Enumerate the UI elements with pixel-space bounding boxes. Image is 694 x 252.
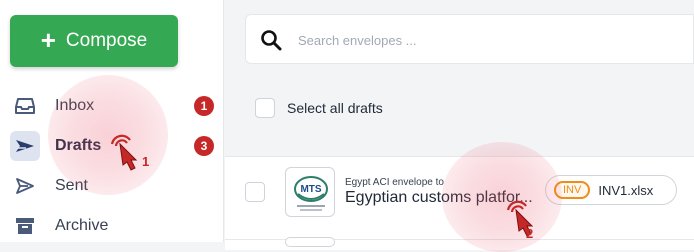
search-icon	[260, 29, 282, 56]
sidebar-item-label: Drafts	[55, 137, 102, 154]
select-all-label: Select all drafts	[287, 100, 383, 116]
send-icon	[10, 171, 40, 201]
sender-logo	[285, 237, 335, 247]
envelope-meta: Egypt ACI envelope to	[345, 177, 444, 188]
sidebar-item-archive[interactable]: Archive	[0, 207, 224, 245]
sidebar-item-label: Sent	[55, 177, 88, 194]
archive-icon	[10, 211, 40, 241]
select-all-checkbox[interactable]	[255, 98, 275, 118]
sidebar-item-sent[interactable]: Sent	[0, 167, 224, 205]
compose-label: Compose	[65, 30, 148, 51]
logo-text: MTS	[300, 184, 321, 195]
attachment-filename: INV1.xlsx	[598, 182, 654, 198]
drafts-count-badge: 3	[194, 136, 214, 156]
search-input[interactable]	[298, 28, 678, 52]
sidebar: + Compose Inbox 1 Drafts 3 Sent Archive	[0, 0, 224, 242]
draft-row[interactable]: MTS Egypt ACI envelope to Egyptian custo…	[225, 156, 694, 240]
inbox-icon	[10, 91, 40, 121]
main-panel: Select all drafts MTS Egypt ACI envelope…	[225, 0, 694, 250]
select-all: Select all drafts	[255, 98, 383, 118]
attachment-chip[interactable]: INV INV1.xlsx	[545, 175, 677, 205]
plus-icon: +	[40, 25, 56, 55]
envelope-subject[interactable]: Egyptian customs platfor...	[345, 189, 537, 207]
sidebar-item-inbox[interactable]: Inbox 1	[0, 87, 224, 125]
compose-button[interactable]: + Compose	[10, 15, 178, 67]
row-checkbox[interactable]	[245, 182, 265, 202]
drafts-icon	[10, 131, 40, 161]
sender-logo: MTS	[285, 167, 335, 217]
sidebar-item-label: Archive	[55, 217, 109, 234]
sidebar-item-drafts[interactable]: Drafts 3	[0, 127, 224, 165]
sidebar-item-label: Inbox	[55, 97, 95, 114]
attachment-type-tag: INV	[554, 181, 591, 199]
unread-count-badge: 1	[194, 96, 214, 116]
search-bar	[245, 14, 694, 64]
